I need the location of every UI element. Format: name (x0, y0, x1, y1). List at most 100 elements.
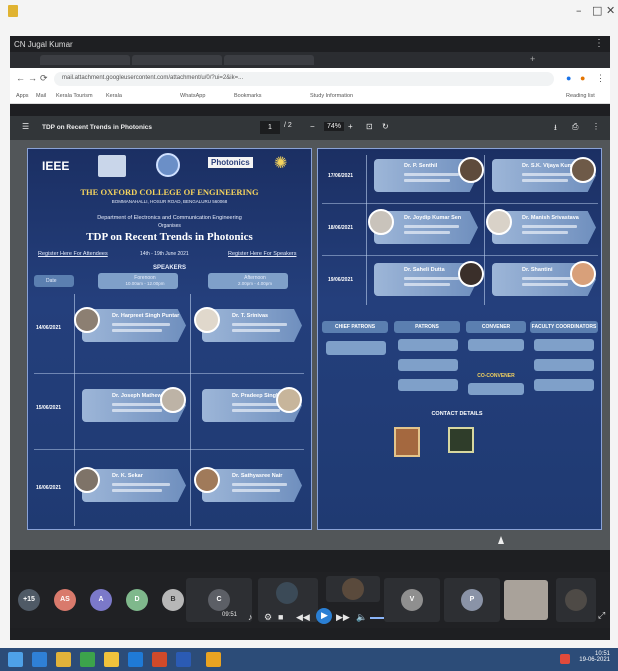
folder-icon[interactable] (56, 652, 71, 667)
settings-icon[interactable]: ⚙ (264, 612, 272, 623)
pdf-page-total: / 2 (284, 122, 292, 129)
bookmark-item[interactable]: Bookmarks (234, 93, 262, 99)
forward-icon[interactable]: → (28, 73, 37, 83)
menu-icon[interactable]: ⋮ (596, 73, 605, 84)
rotate-icon[interactable]: ↻ (382, 122, 389, 131)
chrome-icon[interactable] (104, 652, 119, 667)
ie-icon[interactable] (32, 652, 47, 667)
forward-icon[interactable]: ▶▶ (336, 612, 350, 623)
avatar[interactable]: D (126, 589, 148, 611)
speaker-detail (112, 329, 162, 332)
powerpoint-icon[interactable] (152, 652, 167, 667)
bookmark-item[interactable]: WhatsApp (180, 93, 205, 99)
reading-list[interactable]: Reading list (566, 93, 595, 99)
profile-icon[interactable]: ● (580, 73, 585, 83)
poster-page-2: 17/06/2021 Dr. P. Senthil Dr. S.K. Vijay… (317, 148, 602, 530)
pdf-zoom[interactable]: 74% (324, 122, 345, 131)
speaker-detail (112, 323, 170, 326)
zoom-out-icon[interactable]: − (310, 122, 315, 131)
speaker-link[interactable]: Register Here For Speakers (228, 251, 296, 257)
committee-label: FACULTY COORDINATORS (531, 324, 597, 330)
pdf-menu-icon[interactable]: ☰ (22, 122, 29, 131)
avatar: P (461, 589, 483, 611)
minimize-button[interactable]: – (576, 4, 582, 17)
volume-icon[interactable]: ♪ (248, 612, 253, 622)
committee-entry (468, 339, 524, 351)
attendee-link[interactable]: Register Here For Attendees (38, 251, 108, 257)
start-icon[interactable] (8, 652, 23, 667)
media-player-icon[interactable] (206, 652, 221, 667)
participant-tile[interactable]: P (444, 578, 500, 622)
tray-icon[interactable] (560, 654, 570, 664)
stop-icon[interactable]: ■ (278, 612, 283, 622)
browser-tab[interactable] (224, 55, 314, 65)
speaker-photo (570, 261, 596, 287)
print-icon[interactable]: ⎙ (572, 122, 578, 132)
fit-page-icon[interactable]: ⊡ (366, 122, 373, 131)
speaker-name: Dr. Saheli Dutta (404, 267, 445, 273)
bookmark-item[interactable]: Kerala (106, 93, 122, 99)
close-button[interactable]: ✕ (606, 4, 615, 17)
session-date: 14/06/2021 (36, 325, 62, 331)
bookmark-item[interactable]: Mail (36, 93, 46, 99)
speaker-photo (194, 467, 220, 493)
new-tab-icon[interactable]: + (530, 54, 535, 64)
event-dates: 14th - 19th June 2021 (140, 251, 189, 257)
participant-tile[interactable] (326, 576, 380, 602)
app-icon (8, 5, 18, 17)
pdf-more-icon[interactable]: ⋮ (592, 122, 600, 131)
committee-entry (326, 341, 386, 355)
url-field[interactable]: mail.attachment.googleusercontent.com/at… (54, 72, 554, 86)
avatar[interactable]: A (90, 589, 112, 611)
poster-page-1: IEEE Photonics ✺ THE OXFORD COLLEGE OF E… (27, 148, 312, 530)
speaker-detail (232, 483, 287, 486)
back-icon[interactable]: ← (16, 73, 25, 83)
organises-label: Organises (158, 223, 181, 229)
expand-icon[interactable]: ⤢ (598, 610, 605, 621)
taskbar: 10:51 19-06-2021 (0, 648, 618, 671)
session-date: 17/06/2021 (328, 173, 354, 179)
edge-icon[interactable] (128, 652, 143, 667)
speaker-detail (522, 225, 577, 228)
speaker-icon[interactable]: 🔈 (356, 612, 367, 623)
participant-tile[interactable] (556, 578, 596, 622)
rewind-icon[interactable]: ◀◀ (296, 612, 310, 623)
speaker-detail (404, 277, 459, 280)
mouse-cursor (498, 536, 504, 544)
reload-icon[interactable]: ⟳ (40, 73, 48, 84)
session-date: 16/06/2021 (36, 485, 62, 491)
speaker-name: Dr. Manish Srivastava (522, 215, 579, 221)
pdf-page-input[interactable]: 1 (260, 121, 280, 134)
committee-label: CONVENER (481, 324, 511, 330)
download-icon[interactable]: ⭳ (554, 122, 557, 136)
word-icon[interactable] (176, 652, 191, 667)
window-more-icon[interactable]: ⋮ (594, 38, 604, 49)
speaker-name: Dr. Joydip Kumar Sen (404, 215, 462, 221)
grid-line (74, 294, 75, 526)
avatar[interactable]: B (162, 589, 184, 611)
avatar[interactable]: +15 (18, 589, 40, 611)
bookmark-item[interactable]: Apps (16, 93, 29, 99)
excel-icon[interactable] (80, 652, 95, 667)
bookmark-item[interactable]: Study Information (310, 93, 353, 99)
participant-tile[interactable]: C (186, 578, 252, 622)
extension-icon[interactable]: ● (566, 73, 571, 83)
grid-line (322, 255, 598, 256)
avatar-photo (276, 582, 298, 604)
maximize-button[interactable]: □ (592, 4, 602, 17)
date-column-header: Date (34, 275, 74, 287)
participant-tile[interactable]: V (384, 578, 440, 622)
committee-entry (534, 339, 594, 351)
bookmark-item[interactable]: Kerala Tourism (56, 93, 93, 99)
avatar[interactable]: AS (54, 589, 76, 611)
browser-tab[interactable] (132, 55, 222, 65)
speaker-detail (112, 409, 162, 412)
pdf-toolbar: ☰ TDP on Recent Trends in Photonics 1 / … (10, 116, 610, 140)
browser-tab[interactable] (40, 55, 130, 65)
committee-entry (398, 359, 458, 371)
grid-line (34, 449, 304, 450)
zoom-in-icon[interactable]: + (348, 122, 353, 131)
speakers-heading: SPEAKERS (152, 265, 186, 271)
play-button[interactable]: ▶ (316, 608, 332, 624)
video-tile[interactable] (504, 580, 548, 620)
